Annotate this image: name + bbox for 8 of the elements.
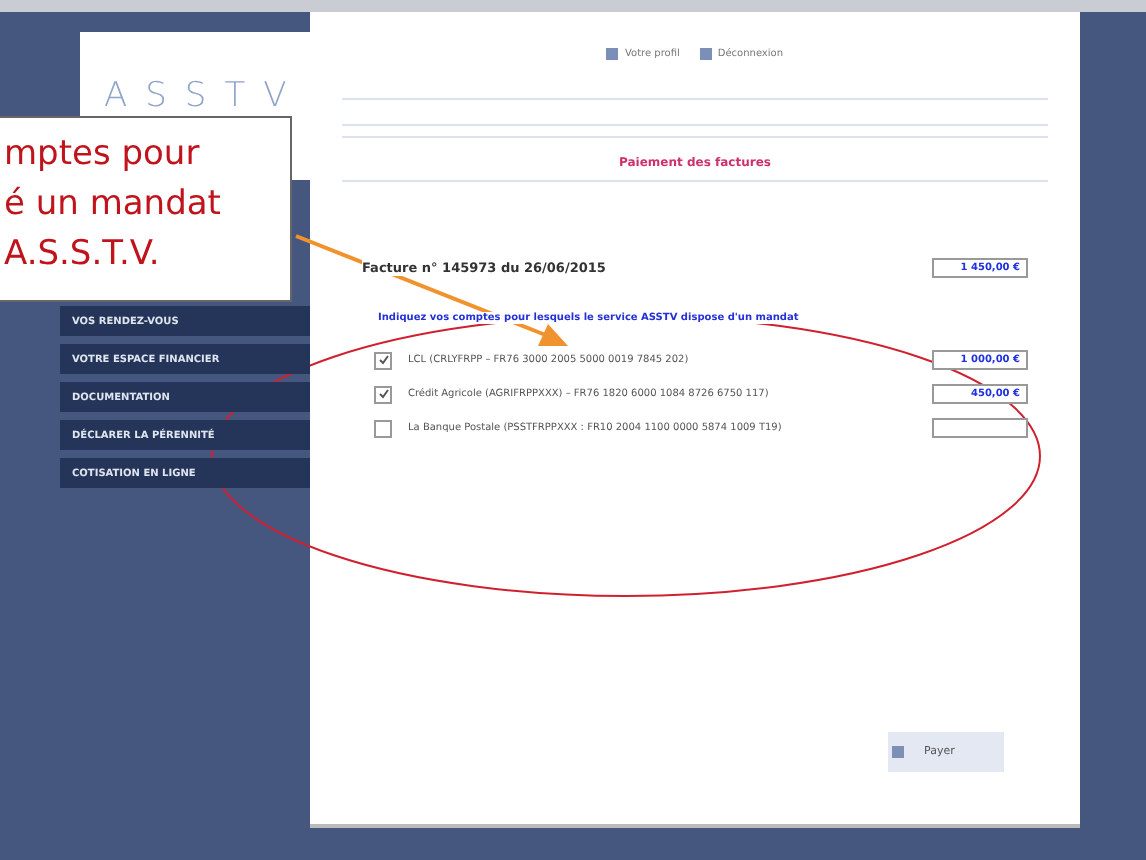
logo: ASSTV — [104, 76, 305, 116]
amount-field[interactable] — [932, 418, 1028, 438]
callout-text: A.S.S.T.V. — [4, 232, 160, 278]
callout-text: é un mandat — [4, 182, 221, 228]
checkbox[interactable] — [374, 351, 392, 369]
callout-text: mptes pour — [4, 132, 200, 178]
checkbox[interactable] — [374, 385, 392, 403]
checkbox[interactable] — [374, 419, 392, 437]
